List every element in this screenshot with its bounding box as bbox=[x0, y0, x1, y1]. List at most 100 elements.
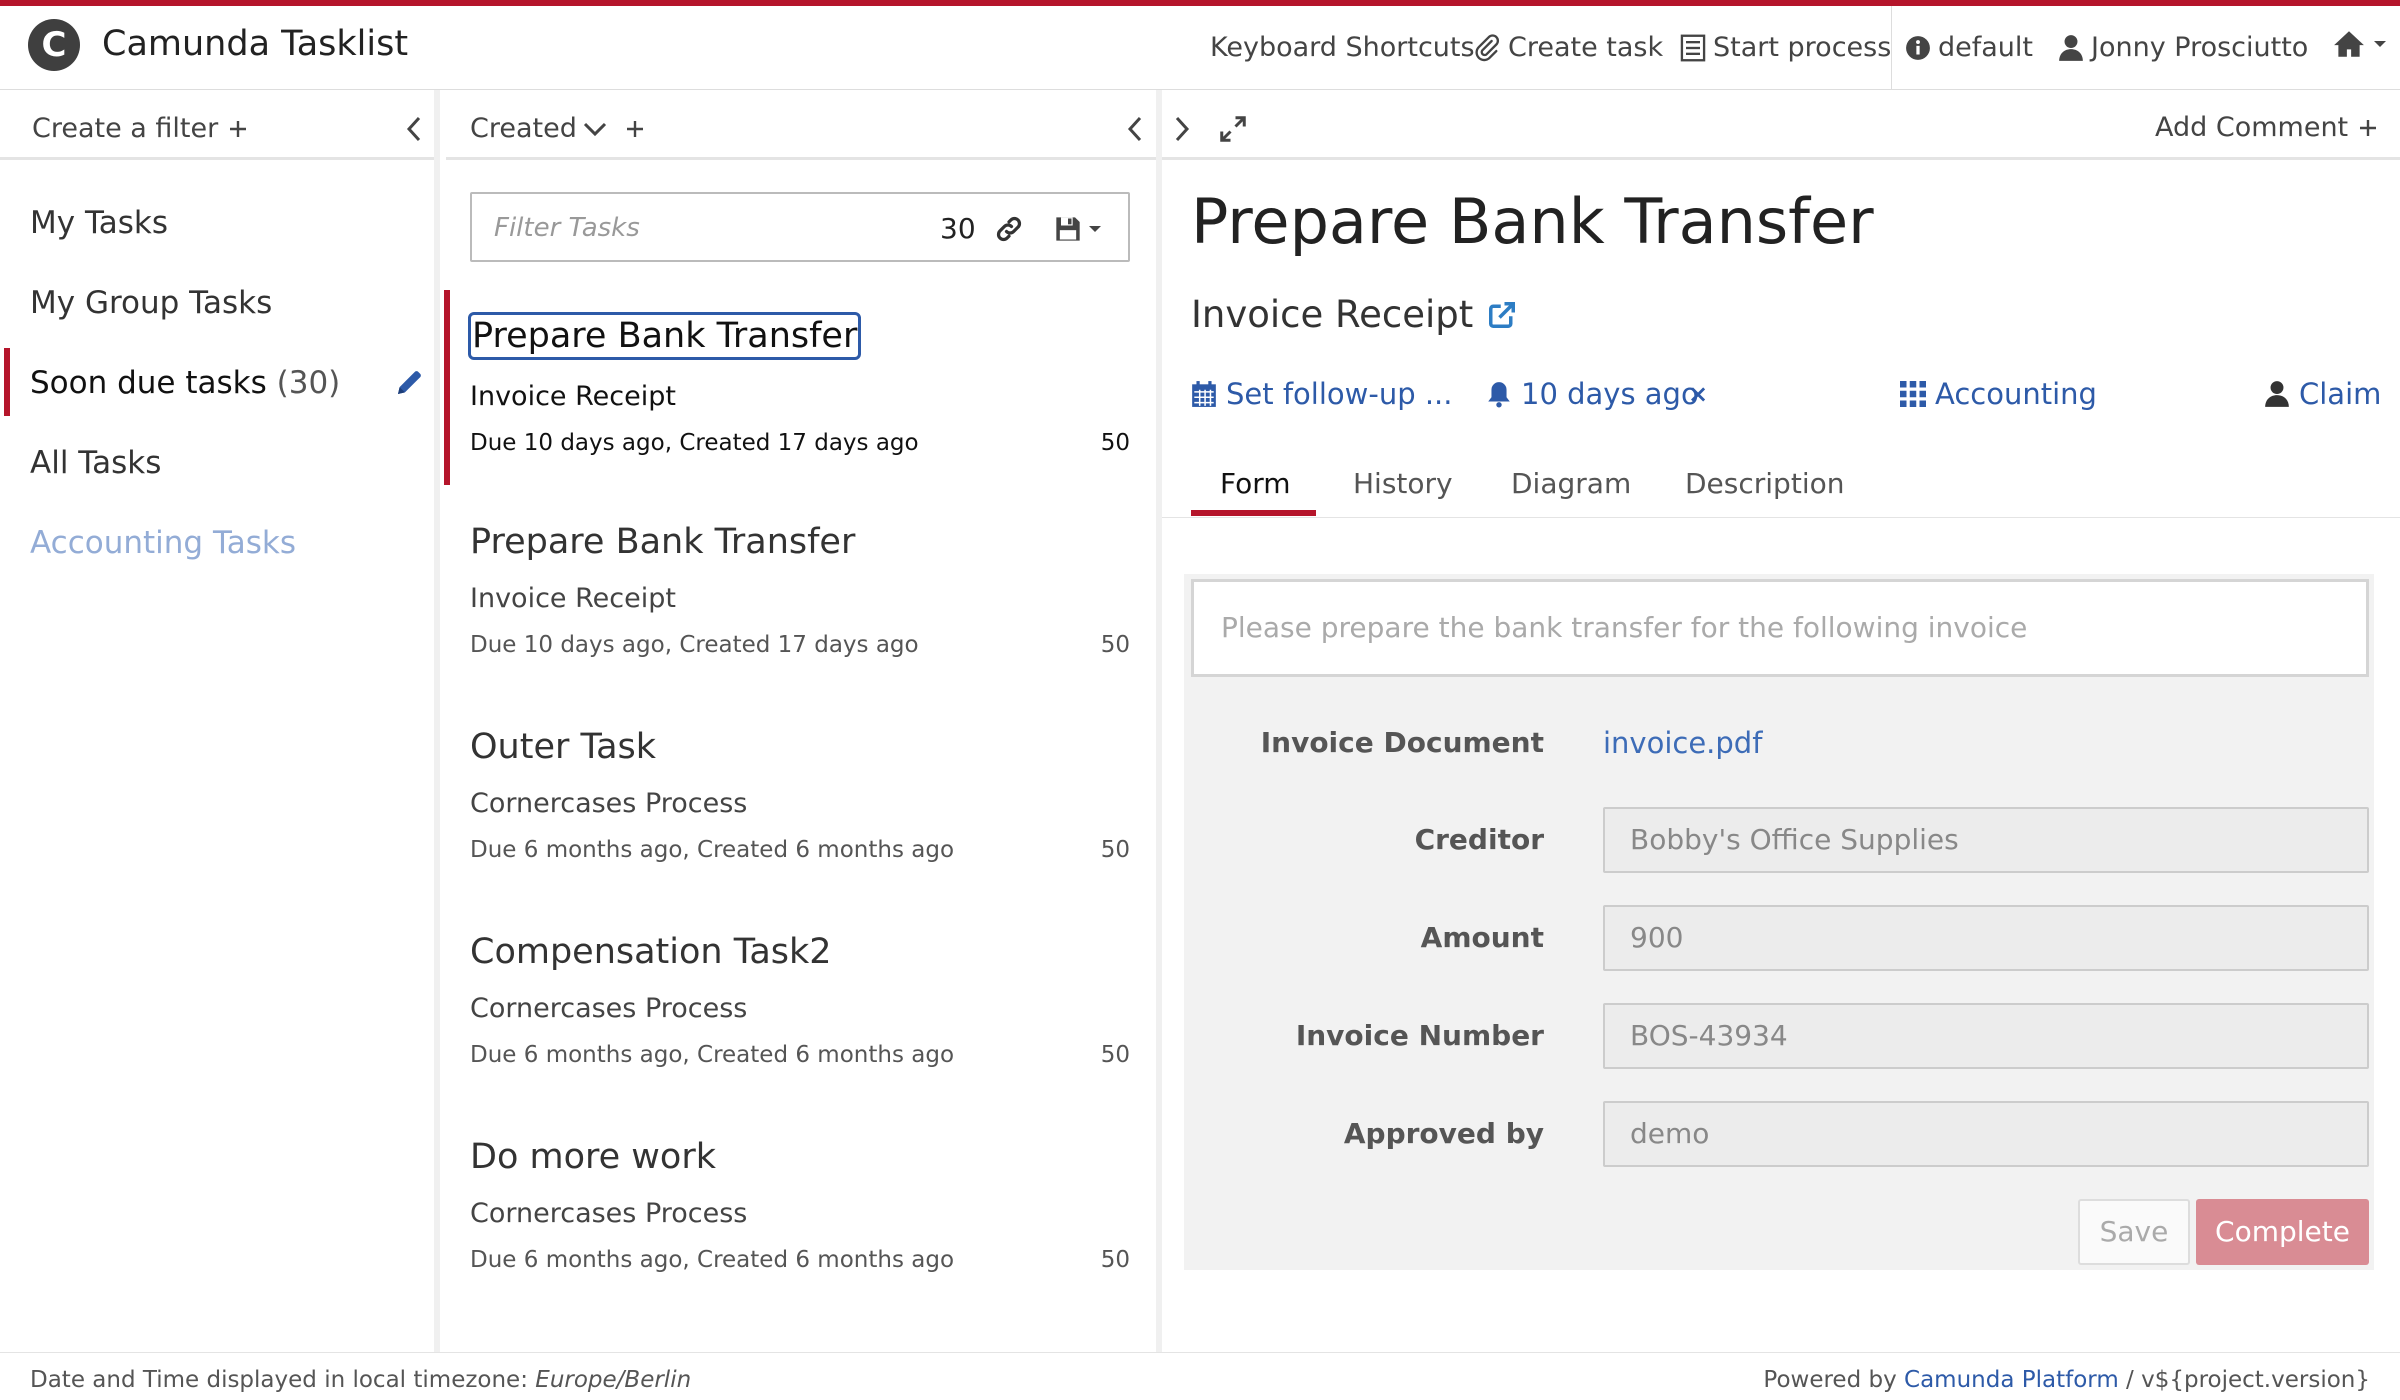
chevron-down-icon bbox=[583, 122, 606, 137]
camunda-platform-link[interactable]: Camunda Platform bbox=[1904, 1367, 2119, 1393]
user-icon bbox=[2059, 35, 2083, 61]
tab-form[interactable]: Form bbox=[1220, 462, 1291, 506]
floppy-disk-icon bbox=[1056, 217, 1080, 241]
claim-button[interactable]: Claim bbox=[2264, 372, 2381, 416]
active-tab-indicator bbox=[1191, 510, 1316, 516]
sort-label: Created bbox=[470, 113, 577, 144]
task-title: Prepare Bank Transfer bbox=[1191, 185, 1874, 258]
caret-down-icon bbox=[2374, 41, 2386, 47]
add-sort-icon[interactable] bbox=[625, 119, 645, 139]
task-list-item[interactable]: Outer Task Cornercases Process Due 6 mon… bbox=[470, 723, 1130, 913]
filter-accounting-tasks[interactable]: Accounting Tasks bbox=[30, 521, 296, 565]
amount-field[interactable]: 900 bbox=[1603, 905, 2369, 971]
follow-up-label: Set follow-up ... bbox=[1226, 377, 1453, 411]
task-list-item[interactable]: Compensation Task2 Cornercases Process D… bbox=[470, 928, 1130, 1118]
home-icon bbox=[2334, 31, 2364, 57]
task-list-item[interactable]: Do more work Cornercases Process Due 6 m… bbox=[470, 1133, 1130, 1323]
task-list-item[interactable]: Prepare Bank Transfer Invoice Receipt Du… bbox=[468, 312, 1130, 506]
task-search-box: 30 bbox=[470, 192, 1130, 262]
complete-button[interactable]: Complete bbox=[2196, 1199, 2369, 1265]
candidate-group-label: Accounting bbox=[1935, 377, 2097, 411]
start-process-link[interactable]: Start process bbox=[1680, 29, 1891, 67]
tenant-dropdown[interactable]: default bbox=[1905, 29, 2033, 67]
create-task-label: Create task bbox=[1508, 32, 1664, 63]
approved-by-label: Approved by bbox=[1343, 1117, 1544, 1150]
due-date-button[interactable]: 10 days ago bbox=[1486, 372, 1699, 416]
bell-icon bbox=[1488, 382, 1510, 408]
process-definition-link[interactable]: Invoice Receipt bbox=[1191, 290, 1517, 340]
save-button[interactable]: Save bbox=[2078, 1199, 2190, 1265]
filter-my-group-tasks[interactable]: My Group Tasks bbox=[30, 281, 272, 325]
paperclip-icon bbox=[1475, 34, 1500, 62]
list-alt-icon bbox=[1680, 34, 1706, 62]
invoice-number-field[interactable]: BOS-43934 bbox=[1603, 1003, 2369, 1069]
task-priority: 50 bbox=[1100, 1247, 1130, 1273]
calendar-icon bbox=[1192, 381, 1216, 407]
start-process-label: Start process bbox=[1713, 32, 1892, 63]
claim-label: Claim bbox=[2299, 377, 2382, 411]
user-icon bbox=[2265, 381, 2289, 407]
filter-count: (30) bbox=[276, 365, 341, 401]
set-follow-up-button[interactable]: Set follow-up ... bbox=[1191, 372, 1453, 416]
invoice-document-link[interactable]: invoice.pdf bbox=[1603, 723, 1762, 763]
save-search-dropdown[interactable] bbox=[1054, 215, 1102, 243]
camunda-logo[interactable]: C bbox=[28, 19, 80, 71]
timezone-value: Europe/Berlin bbox=[535, 1367, 692, 1393]
link-icon[interactable] bbox=[994, 214, 1024, 244]
version-text: / v${project.version} bbox=[2118, 1367, 2370, 1393]
sort-dropdown[interactable]: Created bbox=[470, 109, 607, 149]
create-task-link[interactable]: Create task bbox=[1473, 29, 1663, 67]
candidate-group-button[interactable]: Accounting bbox=[1900, 372, 2097, 416]
task-list-item[interactable]: Prepare Bank Transfer Invoice Receipt Du… bbox=[470, 518, 1130, 708]
task-search-input[interactable] bbox=[494, 208, 924, 248]
timezone-note: Date and Time displayed in local timezon… bbox=[30, 1364, 691, 1396]
collapse-filters-icon[interactable] bbox=[406, 116, 422, 142]
creditor-field[interactable]: Bobby's Office Supplies bbox=[1603, 807, 2369, 873]
filters-panel bbox=[0, 90, 440, 1352]
tab-description[interactable]: Description bbox=[1685, 462, 1844, 506]
task-process: Invoice Receipt bbox=[470, 583, 676, 614]
task-name: Prepare Bank Transfer bbox=[468, 312, 862, 360]
powered-by-prefix: Powered by bbox=[1763, 1367, 1905, 1393]
creditor-label: Creditor bbox=[1414, 823, 1544, 856]
create-filter-button[interactable]: Create a filter bbox=[32, 109, 248, 149]
form-intro-field[interactable]: Please prepare the bank transfer for the… bbox=[1191, 579, 2369, 677]
task-process: Cornercases Process bbox=[470, 1198, 748, 1229]
active-filter-indicator bbox=[4, 348, 10, 416]
task-count: 30 bbox=[940, 212, 976, 245]
tab-history[interactable]: History bbox=[1353, 462, 1453, 506]
approved-by-field[interactable]: demo bbox=[1603, 1101, 2369, 1167]
tab-diagram[interactable]: Diagram bbox=[1511, 462, 1631, 506]
task-process: Cornercases Process bbox=[470, 788, 748, 819]
task-priority: 50 bbox=[1100, 837, 1130, 863]
amount-label: Amount bbox=[1420, 921, 1544, 954]
task-name: Compensation Task2 bbox=[470, 932, 832, 972]
expand-list-icon[interactable] bbox=[1174, 116, 1190, 142]
caret-down-icon bbox=[1089, 226, 1101, 232]
task-dates: Due 6 months ago, Created 6 months ago bbox=[470, 1247, 955, 1273]
task-dates: Due 10 days ago, Created 17 days ago bbox=[470, 632, 919, 658]
tenant-label: default bbox=[1938, 32, 2034, 63]
add-comment-button[interactable]: Add Comment bbox=[2155, 108, 2378, 148]
filter-soon-due-tasks[interactable]: Soon due tasks (30) bbox=[30, 361, 340, 405]
fullscreen-icon[interactable] bbox=[1218, 114, 1248, 144]
user-menu[interactable]: Jonny Prosciutto bbox=[2058, 29, 2308, 67]
add-comment-label: Add Comment bbox=[2155, 112, 2349, 143]
keyboard-shortcuts-label: Keyboard Shortcuts bbox=[1210, 32, 1475, 63]
create-filter-label: Create a filter bbox=[32, 113, 219, 144]
info-icon bbox=[1906, 36, 1930, 60]
collapse-list-icon[interactable] bbox=[1127, 116, 1143, 142]
task-dates: Due 6 months ago, Created 6 months ago bbox=[470, 837, 955, 863]
navbar-divider bbox=[1891, 6, 1892, 90]
remove-due-date-button[interactable]: × bbox=[1688, 372, 1708, 416]
app-title[interactable]: Camunda Tasklist bbox=[102, 22, 408, 66]
filter-all-tasks[interactable]: All Tasks bbox=[30, 441, 161, 485]
keyboard-shortcuts-link[interactable]: Keyboard Shortcuts bbox=[1210, 29, 1475, 67]
pencil-icon[interactable] bbox=[394, 366, 426, 398]
home-menu[interactable] bbox=[2332, 29, 2387, 59]
powered-by: Powered by Camunda Platform / v${project… bbox=[1763, 1364, 2370, 1396]
timezone-prefix: Date and Time displayed in local timezon… bbox=[30, 1367, 536, 1393]
task-dates: Due 10 days ago, Created 17 days ago bbox=[470, 430, 919, 456]
filter-my-tasks[interactable]: My Tasks bbox=[30, 201, 168, 245]
task-priority: 50 bbox=[1100, 1042, 1130, 1068]
